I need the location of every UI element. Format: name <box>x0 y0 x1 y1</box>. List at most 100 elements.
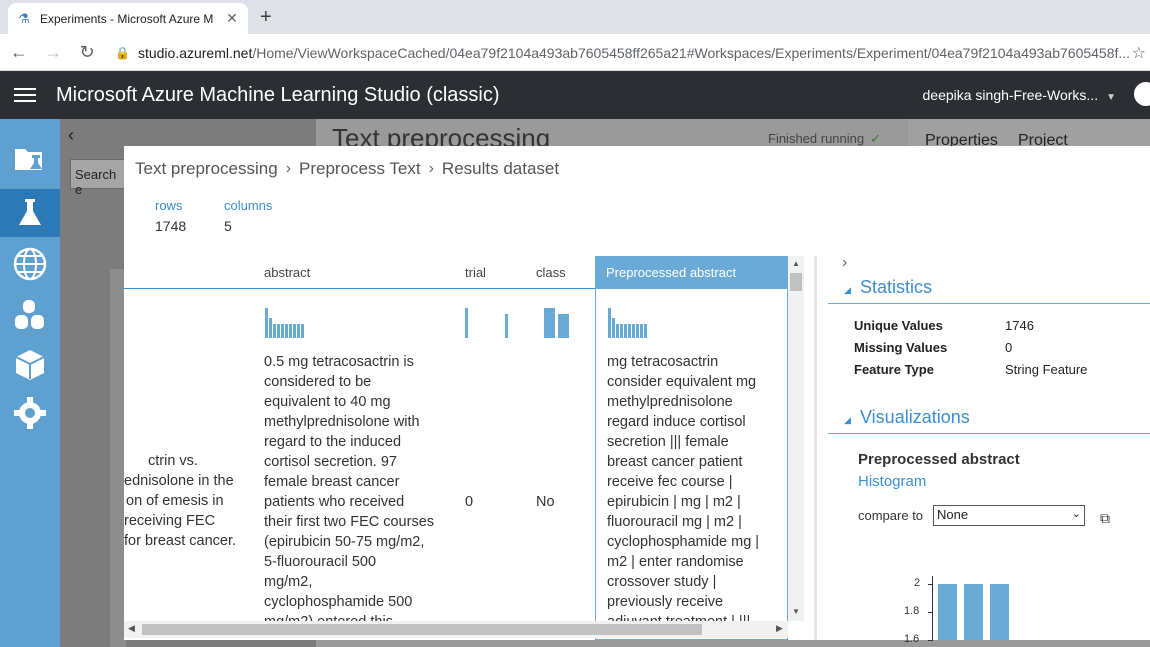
url-field[interactable]: 🔒 studio.azureml.net/Home/ViewWorkspaceC… <box>115 39 1150 66</box>
chevron-down-icon: ⌄ <box>1071 508 1081 520</box>
y-tick-label: 1.6 <box>904 633 920 645</box>
help-icon[interactable] <box>1134 82 1150 106</box>
columns-value: 5 <box>224 218 232 234</box>
class-mini-histogram <box>544 308 571 338</box>
cell-preprocessed-abstract: mg tetracosactrin consider equivalent mg m… <box>607 354 760 630</box>
breadcrumb-experiment: Text preprocessing <box>135 159 278 178</box>
app-title: Microsoft Azure Machine Learning Studio … <box>56 83 500 106</box>
web-services-icon[interactable] <box>0 240 60 288</box>
compare-to-value: None <box>937 507 969 522</box>
results-dataset-dialog: Text preprocessing › Preprocess Text › R… <box>124 146 1150 645</box>
horizontal-scrollbar[interactable]: ◀ ▶ <box>124 621 788 638</box>
panel-divider[interactable] <box>814 256 817 640</box>
scroll-up-icon[interactable]: ▲ <box>788 259 804 268</box>
run-status: Finished running ✓ <box>768 131 882 146</box>
browser-tab-bar: ⚗ Experiments - Microsoft Azure M ✕ + <box>0 0 1150 34</box>
statistics-label: Statistics <box>860 277 933 297</box>
compare-to-select[interactable]: None ⌄ <box>933 505 1085 526</box>
visualizations-section-header[interactable]: ◢ Visualizations <box>828 406 1150 434</box>
reload-icon[interactable]: ↻ <box>72 42 102 63</box>
collapse-chevron-icon[interactable]: ‹ <box>68 125 74 146</box>
cell-first-column: ctrin vs. ednisolone in the on of emesis… <box>124 453 237 549</box>
url-path: /Home/ViewWorkspaceCached/04ea79f2104a49… <box>252 44 1131 61</box>
rows-label: rows <box>155 198 183 213</box>
stat-key: Missing Values <box>854 340 948 355</box>
lock-icon: 🔒 <box>115 45 130 60</box>
rows-meta: rows 1748 <box>155 198 186 234</box>
back-arrow-icon[interactable]: ← <box>4 42 34 63</box>
chevron-right-icon: › <box>285 160 292 177</box>
user-menu[interactable]: deepika singh-Free-Works... ▼ <box>923 87 1117 103</box>
bookmark-star-icon[interactable]: ☆ <box>1132 43 1146 63</box>
cell-abstract: 0.5 mg tetracosactrin is considered to be… <box>264 354 435 630</box>
preprocessed-mini-histogram <box>608 308 650 338</box>
chevron-right-icon: › <box>428 160 434 177</box>
properties-panel-tabs: Properties Project <box>908 119 1150 149</box>
stat-value: String Feature <box>1005 362 1088 377</box>
grid-header-row: abstract trial class Preprocessed abstra… <box>124 256 788 289</box>
header-abstract[interactable]: abstract <box>264 265 310 280</box>
datasets-icon[interactable] <box>0 291 60 339</box>
scroll-down-icon[interactable]: ▼ <box>788 607 804 616</box>
histogram-bar <box>990 584 1009 640</box>
histogram-chart: 2 1.8 1.6 <box>888 566 1088 645</box>
vertical-scrollbar[interactable]: ▲ ▼ <box>788 256 804 621</box>
forward-arrow-icon[interactable]: → <box>38 42 68 63</box>
trained-models-icon[interactable] <box>0 341 60 389</box>
tab-title: Experiments - Microsoft Azure M <box>40 11 214 26</box>
viz-column-title: Preprocessed abstract <box>858 451 1020 468</box>
stat-value: 1746 <box>1005 318 1034 333</box>
breadcrumb-module: Preprocess Text <box>299 159 421 178</box>
header-trial[interactable]: trial <box>465 265 486 280</box>
y-axis-line <box>932 576 933 640</box>
breadcrumb-output: Results dataset <box>441 159 560 178</box>
url-host: studio.azureml.net <box>137 44 253 61</box>
projects-icon[interactable] <box>0 135 60 183</box>
breadcrumb: Text preprocessing › Preprocess Text › R… <box>135 159 559 179</box>
histogram-bar <box>938 584 957 640</box>
app-header: Microsoft Azure Machine Learning Studio … <box>0 71 1150 119</box>
horizontal-scroll-thumb[interactable] <box>142 624 702 635</box>
module-search-input[interactable]: Search e <box>70 159 130 197</box>
flask-favicon-icon: ⚗ <box>18 10 30 26</box>
close-tab-icon[interactable]: ✕ <box>224 10 240 27</box>
compare-to-label: compare to <box>858 508 924 523</box>
column-details-panel: › ◢ Statistics Unique Values 1746 Missin… <box>828 246 1150 645</box>
trial-mini-histogram <box>465 308 510 338</box>
histogram-link[interactable]: Histogram <box>858 473 926 490</box>
statistics-section-header[interactable]: ◢ Statistics <box>828 276 1150 304</box>
header-class[interactable]: class <box>536 265 566 280</box>
settings-icon[interactable] <box>0 389 60 437</box>
chevron-right-icon[interactable]: › <box>842 254 847 272</box>
y-tick-label: 2 <box>914 577 921 589</box>
collapse-triangle-icon: ◢ <box>844 285 851 295</box>
experiments-icon[interactable] <box>0 189 60 237</box>
cell-class: No <box>536 494 555 510</box>
stat-key: Unique Values <box>854 318 943 333</box>
stat-key: Feature Type <box>854 362 934 377</box>
histogram-bar <box>964 584 983 640</box>
scroll-left-icon[interactable]: ◀ <box>128 623 135 634</box>
left-nav <box>0 119 60 647</box>
rows-value: 1748 <box>155 218 187 234</box>
chevron-down-icon: ▼ <box>1106 92 1116 103</box>
hamburger-menu-icon[interactable] <box>0 88 50 102</box>
copy-icon[interactable]: ⧉ <box>1100 510 1110 527</box>
y-tick-mark <box>928 640 933 641</box>
browser-tab[interactable]: ⚗ Experiments - Microsoft Azure M ✕ <box>8 3 248 34</box>
columns-label: columns <box>224 198 273 213</box>
collapse-triangle-icon: ◢ <box>844 415 851 425</box>
checkmark-icon: ✓ <box>870 131 882 146</box>
visualizations-label: Visualizations <box>860 407 970 427</box>
scroll-right-icon[interactable]: ▶ <box>776 623 783 634</box>
columns-meta: columns 5 <box>224 198 272 234</box>
user-name: deepika singh-Free-Works... <box>922 87 1099 103</box>
header-preprocessed-abstract[interactable]: Preprocessed abstract <box>595 256 788 289</box>
y-tick-label: 1.8 <box>904 605 920 617</box>
vertical-scroll-thumb[interactable] <box>790 273 802 291</box>
new-tab-icon[interactable]: + <box>260 6 272 29</box>
data-grid: abstract trial class Preprocessed abstra… <box>124 256 804 640</box>
cell-trial: 0 <box>465 494 474 510</box>
stat-value: 0 <box>1005 340 1013 355</box>
abstract-mini-histogram <box>265 308 307 338</box>
